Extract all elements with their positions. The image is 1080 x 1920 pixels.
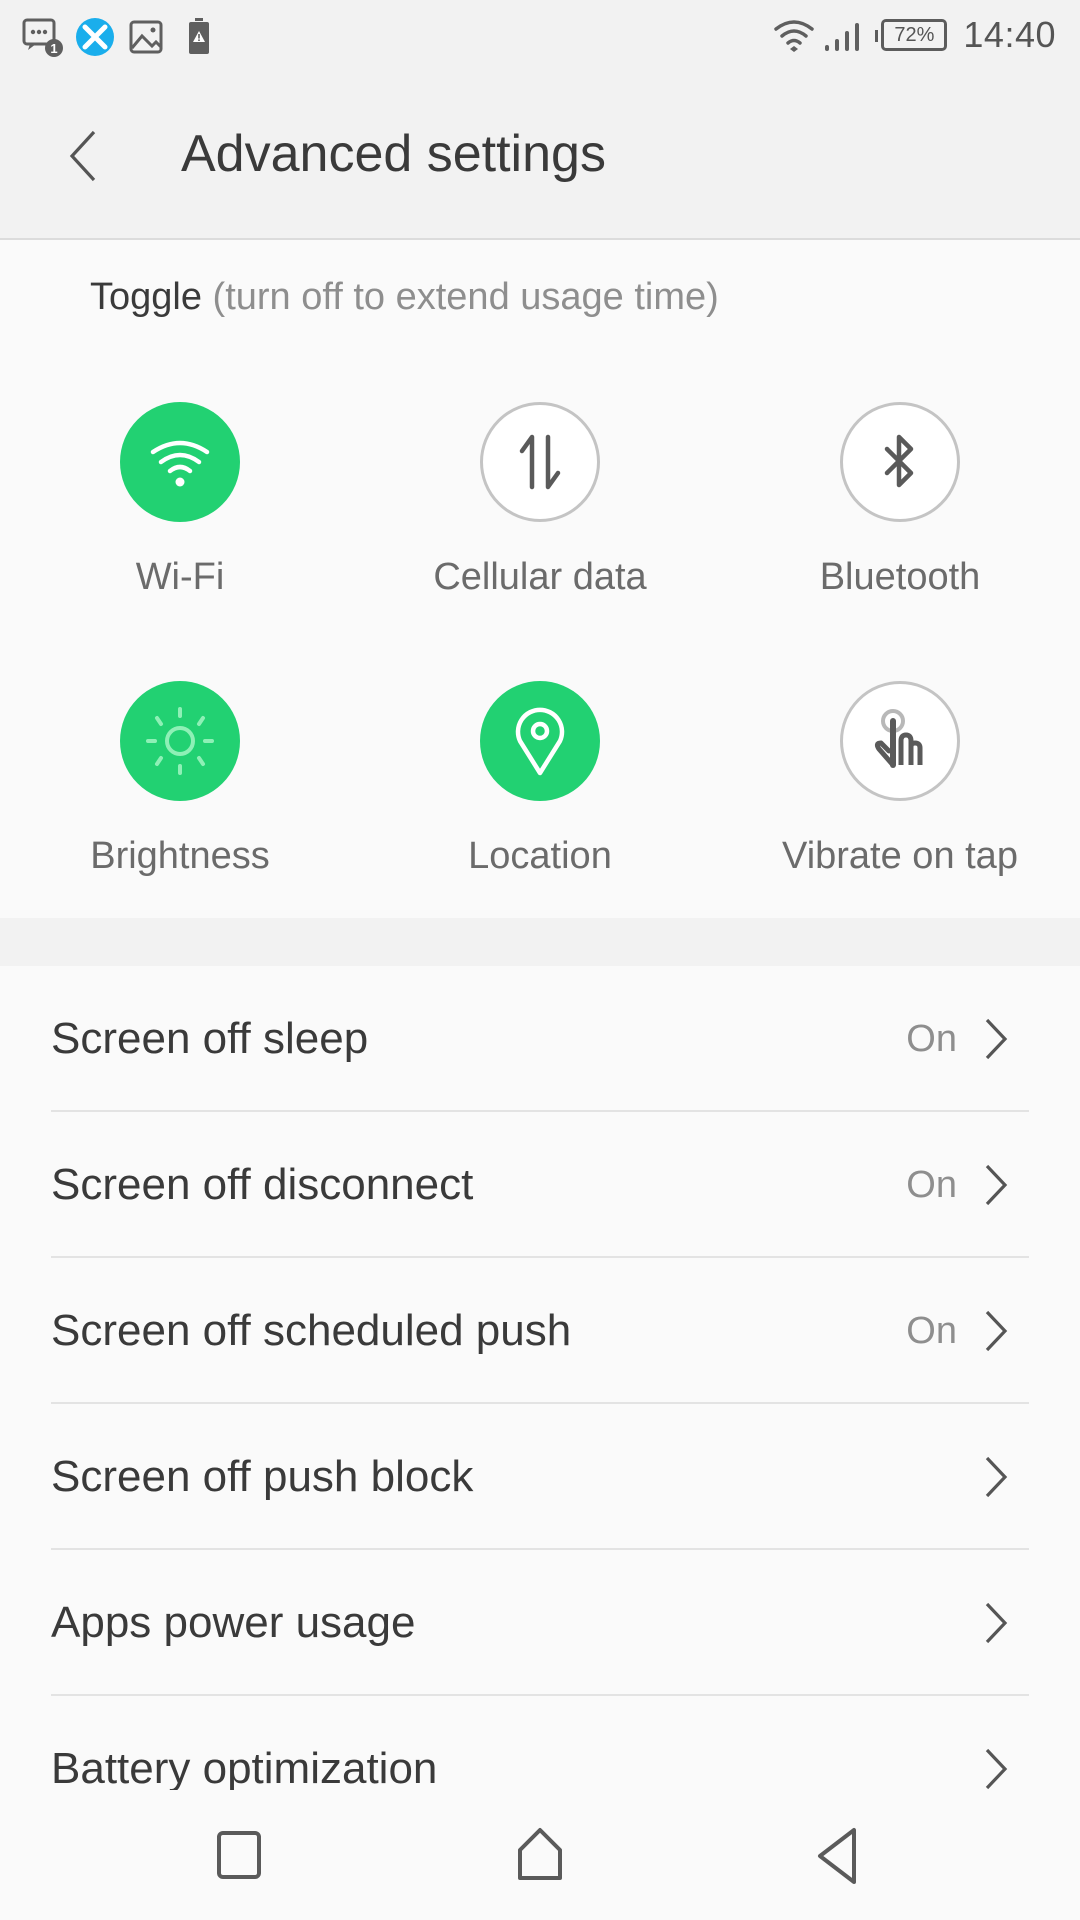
navigation-bar xyxy=(0,1790,1080,1920)
toggle-cellular-data-button[interactable] xyxy=(480,402,600,522)
setting-value: On xyxy=(906,1310,957,1352)
brightness-icon xyxy=(146,707,214,775)
toggle-location[interactable]: Location xyxy=(360,681,720,878)
back-chevron-icon[interactable] xyxy=(62,126,102,186)
chevron-right-icon xyxy=(985,1748,1008,1790)
gallery-image-icon xyxy=(129,20,163,54)
setting-value: On xyxy=(906,1164,957,1206)
chevron-right-icon xyxy=(985,1602,1008,1644)
setting-label: Battery optimization xyxy=(51,1744,438,1793)
message-badge-count: 1 xyxy=(50,41,57,56)
toggle-location-label: Location xyxy=(468,835,612,877)
battery-warning-icon xyxy=(189,18,209,54)
chevron-right-icon xyxy=(985,1164,1008,1206)
app-bar: Advanced settings xyxy=(0,76,1080,240)
chevron-right-icon xyxy=(985,1456,1008,1498)
toggle-bluetooth[interactable]: Bluetooth xyxy=(720,402,1080,599)
tap-hand-icon xyxy=(874,709,923,768)
toggle-brightness[interactable]: Brightness xyxy=(0,681,360,878)
status-system-icons: 72% 14:40 xyxy=(773,14,1056,56)
setting-screen-off-push-block[interactable]: Screen off push block xyxy=(51,1404,1029,1550)
toggle-vibrate-on-tap[interactable]: Vibrate on tap xyxy=(720,681,1080,878)
toggle-section: Toggle (turn off to extend usage time) W… xyxy=(0,242,1080,918)
back-icon[interactable] xyxy=(808,1826,868,1886)
toggle-location-button[interactable] xyxy=(480,681,600,801)
page-title: Advanced settings xyxy=(181,125,606,183)
toggle-wifi-button[interactable] xyxy=(120,402,240,522)
status-notification-icons: 1 xyxy=(22,16,220,58)
toggle-vibrate-on-tap-button[interactable] xyxy=(840,681,960,801)
setting-label: Screen off disconnect xyxy=(51,1160,474,1209)
toggle-brightness-label: Brightness xyxy=(90,835,270,877)
setting-screen-off-sleep[interactable]: Screen off sleep On xyxy=(51,966,1029,1112)
chevron-right-icon xyxy=(985,1018,1008,1060)
location-pin-icon xyxy=(515,707,565,776)
toggle-grid: Wi-Fi Cellular data Bluetooth Brightness… xyxy=(0,242,1080,918)
setting-label: Apps power usage xyxy=(51,1598,416,1647)
status-time: 14:40 xyxy=(963,14,1056,55)
bluetooth-icon xyxy=(884,434,914,488)
section-divider xyxy=(0,918,1080,966)
wifi-signal-icon xyxy=(774,20,815,52)
toggle-bluetooth-button[interactable] xyxy=(840,402,960,522)
wifi-icon xyxy=(150,440,210,487)
setting-apps-power-usage[interactable]: Apps power usage xyxy=(51,1550,1029,1696)
cellular-data-icon xyxy=(519,434,561,490)
toggle-vibrate-on-tap-label: Vibrate on tap xyxy=(782,835,1018,877)
battery-percent: 72% xyxy=(894,23,935,46)
setting-screen-off-disconnect[interactable]: Screen off disconnect On xyxy=(51,1112,1029,1258)
setting-value: On xyxy=(906,1018,957,1060)
toggle-brightness-button[interactable] xyxy=(120,681,240,801)
battery-icon: 72% xyxy=(875,19,948,51)
recents-icon[interactable] xyxy=(210,1826,270,1886)
setting-label: Screen off scheduled push xyxy=(51,1306,572,1355)
setting-label: Screen off sleep xyxy=(51,1014,369,1063)
setting-screen-off-scheduled-push[interactable]: Screen off scheduled push On xyxy=(51,1258,1029,1404)
toggle-cellular-data-label: Cellular data xyxy=(433,556,647,598)
toggle-bluetooth-label: Bluetooth xyxy=(819,556,981,598)
settings-list: Screen off sleep On Screen off disconnec… xyxy=(0,966,1080,1842)
status-bar: 1 72% 14:40 xyxy=(0,0,1080,76)
toggle-wifi[interactable]: Wi-Fi xyxy=(0,402,360,599)
setting-label: Screen off push block xyxy=(51,1452,474,1501)
chevron-right-icon xyxy=(985,1310,1008,1352)
message-notification-icon: 1 xyxy=(22,18,63,57)
toggle-cellular-data[interactable]: Cellular data xyxy=(360,402,720,599)
toggle-wifi-label: Wi-Fi xyxy=(135,556,225,598)
home-icon[interactable] xyxy=(510,1826,570,1886)
cellular-signal-icon xyxy=(825,23,860,51)
xender-app-icon xyxy=(76,18,114,56)
